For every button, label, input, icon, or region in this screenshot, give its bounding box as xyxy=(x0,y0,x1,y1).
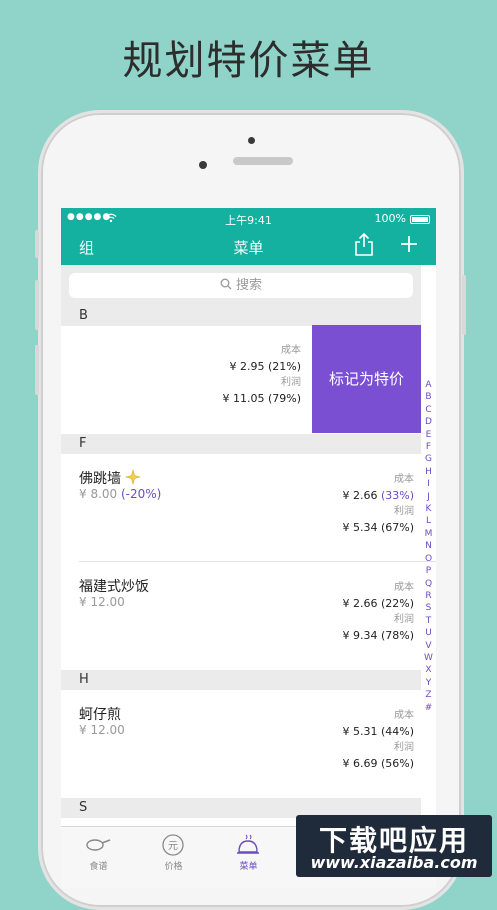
battery-icon xyxy=(410,215,430,224)
index-letter[interactable]: G xyxy=(421,453,436,465)
volume-down-button xyxy=(35,345,39,395)
item-stats: 成本 ¥ 5.31 (44%) 利润 ¥ 6.69 (56%) xyxy=(342,708,414,772)
cloche-icon xyxy=(237,834,259,854)
section-index-bar[interactable]: A B C D E F G H I J K L M N O P Q R S T U V W X Y Z # xyxy=(421,379,436,714)
index-letter[interactable]: O xyxy=(421,553,436,565)
section-header-b: B xyxy=(61,306,421,326)
index-letter[interactable]: I xyxy=(421,478,436,490)
tab-prices[interactable]: 元 价格 xyxy=(136,827,211,888)
index-letter[interactable]: W xyxy=(421,652,436,664)
index-letter[interactable]: Z xyxy=(421,689,436,701)
yuan-coin-icon: 元 xyxy=(162,834,184,856)
item-stats: 成本 ¥ 2.66 (22%) 利润 ¥ 9.34 (78%) xyxy=(342,580,414,644)
index-letter[interactable]: Q xyxy=(421,578,436,590)
item-name: 福建式炒饭 xyxy=(79,579,149,595)
cost-value: ¥ 5.31 (44%) xyxy=(342,725,414,738)
index-letter[interactable]: Y xyxy=(421,677,436,689)
index-letter[interactable]: R xyxy=(421,590,436,602)
cost-label: 成本 xyxy=(281,345,301,356)
volume-up-button xyxy=(35,280,39,330)
index-letter[interactable]: P xyxy=(421,565,436,577)
search-icon xyxy=(220,278,232,290)
sparkle-icon xyxy=(125,468,142,486)
profit-label: 利润 xyxy=(394,506,414,517)
tab-label: 价格 xyxy=(164,862,183,872)
index-letter[interactable]: A xyxy=(421,379,436,391)
profit-label: 利润 xyxy=(394,614,414,625)
cost-percent: (33%) xyxy=(380,489,414,502)
search-area: 搜索 xyxy=(61,265,421,306)
index-letter[interactable]: H xyxy=(421,466,436,478)
cost-label: 成本 xyxy=(394,710,414,721)
cost-value: ¥ 2.95 (21%) xyxy=(229,360,301,373)
item-price-base: ¥ 8.00 xyxy=(79,487,118,501)
profit-label: 利润 xyxy=(281,377,301,388)
tab-label: 菜单 xyxy=(239,862,258,872)
profit-label: 利润 xyxy=(394,742,414,753)
search-input[interactable]: 搜索 xyxy=(69,273,413,298)
index-letter[interactable]: V xyxy=(421,640,436,652)
index-letter[interactable]: C xyxy=(421,404,436,416)
index-letter[interactable]: S xyxy=(421,602,436,614)
tab-menu[interactable]: 菜单 xyxy=(211,827,286,888)
item-price-diff: (-20%) xyxy=(121,487,162,501)
cost-value: ¥ 2.66 (22%) xyxy=(342,597,414,610)
item-name: 佛跳墙 xyxy=(79,468,142,488)
cost-value: ¥ 2.66 (33%) xyxy=(342,488,414,504)
watermark-line2: www.xiazaiba.com xyxy=(310,853,478,872)
profit-value: ¥ 11.05 (79%) xyxy=(222,392,301,405)
watermark-logo: 下载吧应用 www.xiazaiba.com xyxy=(296,815,492,877)
index-letter[interactable]: L xyxy=(421,515,436,527)
index-letter[interactable]: K xyxy=(421,503,436,515)
pan-icon xyxy=(86,839,111,851)
list-item[interactable]: 蚵仔煎 ¥ 12.00 成本 ¥ 5.31 (44%) 利润 ¥ 6.69 (5… xyxy=(61,690,421,798)
battery-percent: 100% xyxy=(374,212,406,225)
mark-as-special-button[interactable]: 标记为特价 xyxy=(312,325,421,433)
item-price: ¥ 12.00 xyxy=(79,595,125,609)
list-item[interactable]: 佛跳墙 ¥ 8.00 (-20%) 成本 ¥ 2.66 (33%) 利润 ¥ 5… xyxy=(61,454,421,562)
app-screen: ●●●●● 上午9:41 100% 组 菜单 搜索 B 成本 ¥ 2.95 (2… xyxy=(61,208,436,888)
tab-recipes[interactable]: 食谱 xyxy=(61,827,136,888)
cost-label: 成本 xyxy=(394,582,414,593)
mute-switch xyxy=(35,230,39,258)
index-letter[interactable]: T xyxy=(421,615,436,627)
index-letter[interactable]: M xyxy=(421,528,436,540)
item-price: ¥ 8.00 (-20%) xyxy=(79,487,161,501)
tab-label: 食谱 xyxy=(89,862,108,872)
index-letter[interactable]: N xyxy=(421,540,436,552)
cost-amount: ¥ 2.66 xyxy=(342,489,378,502)
index-letter[interactable]: F xyxy=(421,441,436,453)
list-item[interactable]: 福建式炒饭 ¥ 12.00 成本 ¥ 2.66 (22%) 利润 ¥ 9.34 … xyxy=(61,562,421,670)
index-letter[interactable]: U xyxy=(421,627,436,639)
speaker-slot xyxy=(233,157,293,165)
item-price: ¥ 12.00 xyxy=(79,723,125,737)
item-name-text: 佛跳墙 xyxy=(79,471,121,487)
item-name: 蚵仔煎 xyxy=(79,707,121,723)
page-title: 菜单 xyxy=(233,239,264,257)
front-camera xyxy=(199,161,207,169)
index-letter[interactable]: X xyxy=(421,664,436,676)
item-stats: 成本 ¥ 2.95 (21%) 利润 ¥ 11.05 (79%) xyxy=(222,343,301,407)
search-placeholder: 搜索 xyxy=(235,278,262,293)
profit-value: ¥ 6.69 (56%) xyxy=(342,757,414,770)
nav-header: ●●●●● 上午9:41 100% 组 菜单 xyxy=(61,208,436,265)
section-header-f: F xyxy=(61,434,421,454)
yuan-glyph: 元 xyxy=(168,841,178,852)
item-stats: 成本 ¥ 2.66 (33%) 利润 ¥ 5.34 (67%) xyxy=(342,472,414,536)
headline: 规划特价菜单 xyxy=(122,38,375,84)
index-letter[interactable]: J xyxy=(421,491,436,503)
status-bar: ●●●●● 上午9:41 100% xyxy=(61,211,436,229)
add-icon[interactable] xyxy=(399,234,419,254)
share-icon[interactable] xyxy=(353,232,375,256)
section-header-h: H xyxy=(61,670,421,690)
camera-dot xyxy=(248,137,255,144)
power-button xyxy=(462,275,466,335)
profit-value: ¥ 9.34 (78%) xyxy=(342,629,414,642)
index-letter[interactable]: E xyxy=(421,429,436,441)
index-letter[interactable]: # xyxy=(421,702,436,714)
cost-label: 成本 xyxy=(394,474,414,485)
index-letter[interactable]: D xyxy=(421,416,436,428)
index-letter[interactable]: B xyxy=(421,391,436,403)
profit-value: ¥ 5.34 (67%) xyxy=(342,521,414,534)
